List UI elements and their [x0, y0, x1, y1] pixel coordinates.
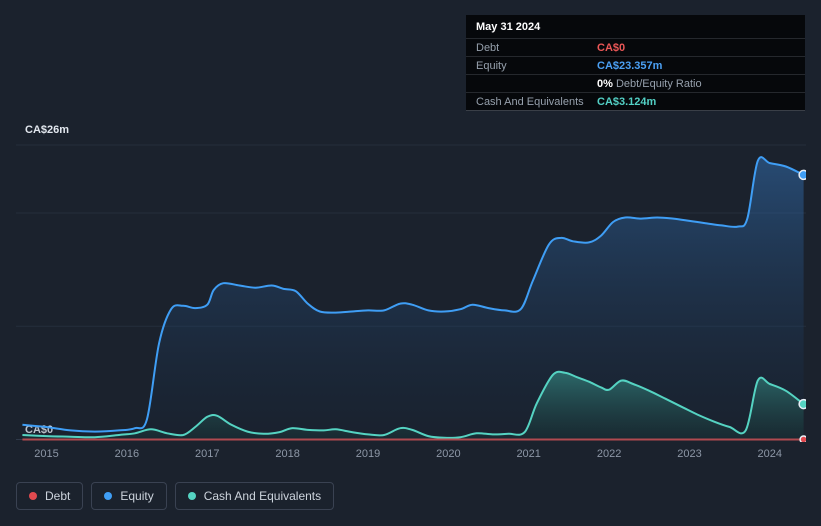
x-axis-labels: 2015 2016 2017 2018 2019 2020 2021 2022 2023 2024 — [16, 448, 806, 464]
x-tick-label: 2020 — [436, 448, 461, 460]
y-axis-max-label: CA$26m — [25, 124, 70, 136]
legend-item-equity[interactable]: Equity — [91, 482, 167, 510]
tooltip-equity-row: Equity CA$23.357m — [466, 56, 805, 74]
chart-tooltip: May 31 2024 Debt CA$0 Equity CA$23.357m … — [466, 15, 805, 111]
tooltip-debt-label: Debt — [476, 41, 500, 54]
tooltip-cash-row: Cash And Equivalents CA$3.124m — [466, 92, 805, 110]
legend-item-debt[interactable]: Debt — [16, 482, 84, 510]
x-tick-label: 2024 — [757, 448, 783, 460]
x-tick-label: 2023 — [677, 448, 702, 460]
tooltip-cash-value: CA$3.124m — [597, 95, 657, 108]
tooltip-cash-label: Cash And Equivalents — [476, 95, 584, 108]
debt-equity-chart[interactable] — [16, 142, 806, 442]
x-tick-label: 2017 — [195, 448, 220, 460]
chart-legend: Debt Equity Cash And Equivalents — [16, 482, 335, 510]
legend-item-cash[interactable]: Cash And Equivalents — [174, 482, 335, 510]
tooltip-equity-label: Equity — [476, 59, 507, 72]
legend-debt-label: Debt — [45, 489, 71, 503]
x-tick-label: 2015 — [34, 448, 59, 460]
tooltip-ratio-value: 0% — [597, 77, 613, 90]
tooltip-debt-value: CA$0 — [597, 41, 626, 54]
cash-dot-icon — [187, 492, 196, 500]
tooltip-equity-value: CA$23.357m — [597, 59, 663, 72]
tooltip-date: May 31 2024 — [476, 21, 541, 33]
debt-equity-history-page: CA$26m CA$0 2015 2016 2017 2018 2019 2020 2021… — [0, 0, 821, 526]
legend-equity-label: Equity — [120, 489, 154, 503]
x-tick-label: 2018 — [275, 448, 300, 460]
tooltip-ratio-row: 0% Debt/Equity Ratio — [466, 74, 805, 92]
x-tick-label: 2016 — [114, 448, 140, 460]
equity-dot-icon — [104, 492, 113, 500]
x-tick-label: 2021 — [516, 448, 541, 460]
x-tick-label: 2019 — [355, 448, 381, 460]
tooltip-debt-row: Debt CA$0 — [466, 38, 805, 56]
legend-cash-label: Cash And Equivalents — [203, 489, 322, 503]
chart-svg — [16, 144, 806, 442]
tooltip-ratio-label: Debt/Equity Ratio — [615, 77, 702, 90]
x-tick-label: 2022 — [596, 448, 622, 460]
debt-dot-icon — [29, 492, 37, 500]
